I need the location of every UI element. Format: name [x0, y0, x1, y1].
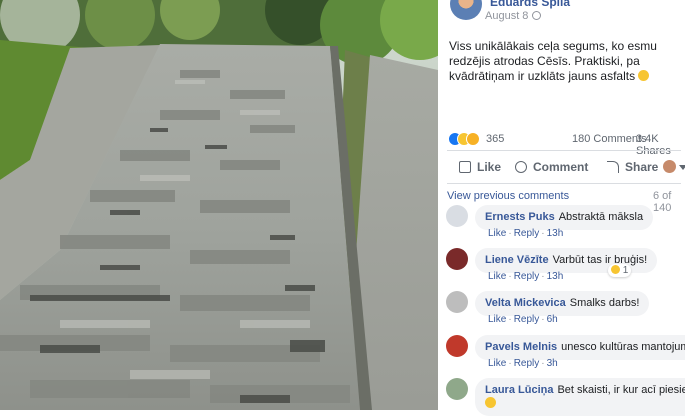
- view-previous-comments-link[interactable]: View previous comments: [447, 190, 569, 202]
- divider: [447, 150, 681, 151]
- wow-reaction-icon: [466, 132, 480, 146]
- comment-text: Varbūt tas ir bruģis!: [552, 254, 648, 266]
- post-date: August 8: [485, 10, 542, 22]
- commenter-avatar[interactable]: [446, 248, 468, 270]
- comment-bubble: Velta Mickevica Smalks darbs!: [475, 291, 650, 316]
- comment-icon: [515, 161, 527, 173]
- shares-count[interactable]: 3.4K Shares: [636, 133, 683, 157]
- comment-meta: Like · Reply · 3h: [488, 358, 558, 369]
- comment-button[interactable]: Comment: [515, 155, 588, 179]
- comment-time[interactable]: 3h: [547, 358, 558, 369]
- comment-like-link[interactable]: Like: [488, 271, 506, 282]
- chevron-down-icon[interactable]: [679, 165, 685, 170]
- reaction-count[interactable]: 365: [486, 133, 504, 145]
- comment-text: Bet skaisti, ir kur acī piesiet: [557, 384, 685, 396]
- like-button[interactable]: Like: [459, 155, 501, 179]
- divider: [447, 183, 681, 184]
- commenter-name[interactable]: Pavels Melnis: [485, 341, 557, 353]
- grinning-emoji-icon: [485, 397, 496, 408]
- comment-meta: Like · Reply · 13h: [488, 228, 564, 239]
- comment-label: Comment: [533, 160, 589, 174]
- author-avatar[interactable]: [450, 0, 482, 20]
- comment-reply-link[interactable]: Reply: [514, 358, 540, 369]
- commenter-name[interactable]: Laura Lūciņa: [485, 384, 553, 396]
- comment-reply-link[interactable]: Reply: [514, 314, 540, 325]
- comment-reaction-count: 1: [622, 265, 629, 276]
- post-text: Viss unikālākais ceļa segums, ko esmu re…: [449, 39, 681, 84]
- thumbs-up-icon: [459, 161, 471, 173]
- post-panel: Eduards Spila August 8 Viss unikālākais …: [438, 0, 685, 416]
- comment-meta: Like · Reply · 13h: [488, 271, 564, 282]
- globe-icon: [532, 11, 542, 20]
- share-icon: [607, 161, 619, 173]
- commenter-name[interactable]: Velta Mickevica: [485, 297, 566, 309]
- like-label: Like: [477, 160, 502, 174]
- grinning-emoji-icon: [638, 70, 650, 81]
- share-button[interactable]: Share: [607, 155, 658, 179]
- comment-like-link[interactable]: Like: [488, 228, 506, 239]
- viewer-avatar[interactable]: [663, 160, 676, 173]
- comment-reply-link[interactable]: Reply: [514, 228, 540, 239]
- comments-pager: 6 of 140: [653, 190, 672, 214]
- commenter-avatar[interactable]: [446, 291, 468, 313]
- post-stats: 365 180 Comments 3.4K Shares: [448, 132, 683, 157]
- share-label: Share: [625, 160, 659, 174]
- commenter-avatar[interactable]: [446, 205, 468, 227]
- comment-text: unesco kultūras mantojums: [561, 341, 685, 353]
- comment-text: Abstraktā māksla: [558, 211, 644, 223]
- commenter-avatar[interactable]: [446, 378, 468, 400]
- post-text-body: Viss unikālākais ceļa segums, ko esmu re…: [449, 39, 657, 83]
- commenter-name[interactable]: Ernests Puks: [485, 211, 555, 223]
- post-photo[interactable]: [0, 0, 438, 410]
- author-name[interactable]: Eduards Spila: [490, 0, 570, 9]
- comment-time[interactable]: 13h: [547, 271, 564, 282]
- commenter-avatar[interactable]: [446, 335, 468, 357]
- comment-meta: Like · Reply · 6h: [488, 314, 558, 325]
- comment-reply-link[interactable]: Reply: [514, 271, 540, 282]
- road-photo-image: [0, 0, 438, 410]
- comment-bubble: Ernests Puks Abstraktā māksla: [475, 205, 654, 230]
- comment-bubble: Laura Lūciņa Bet skaisti, ir kur acī pies…: [475, 378, 685, 416]
- comment-like-link[interactable]: Like: [488, 358, 506, 369]
- comment-like-link[interactable]: Like: [488, 314, 506, 325]
- comment-text: Smalks darbs!: [569, 297, 640, 309]
- action-bar: Like Comment Share: [447, 155, 685, 179]
- comment-time[interactable]: 6h: [547, 314, 558, 325]
- post-date-text[interactable]: August 8: [485, 10, 528, 22]
- commenter-name[interactable]: Liene Vēzīte: [485, 254, 549, 266]
- comment-reaction-badge[interactable]: 1: [608, 264, 632, 277]
- comment-time[interactable]: 13h: [547, 228, 564, 239]
- comment-bubble: Pavels Melnis unesco kultūras mantojums: [475, 335, 685, 360]
- haha-reaction-icon: [611, 265, 620, 274]
